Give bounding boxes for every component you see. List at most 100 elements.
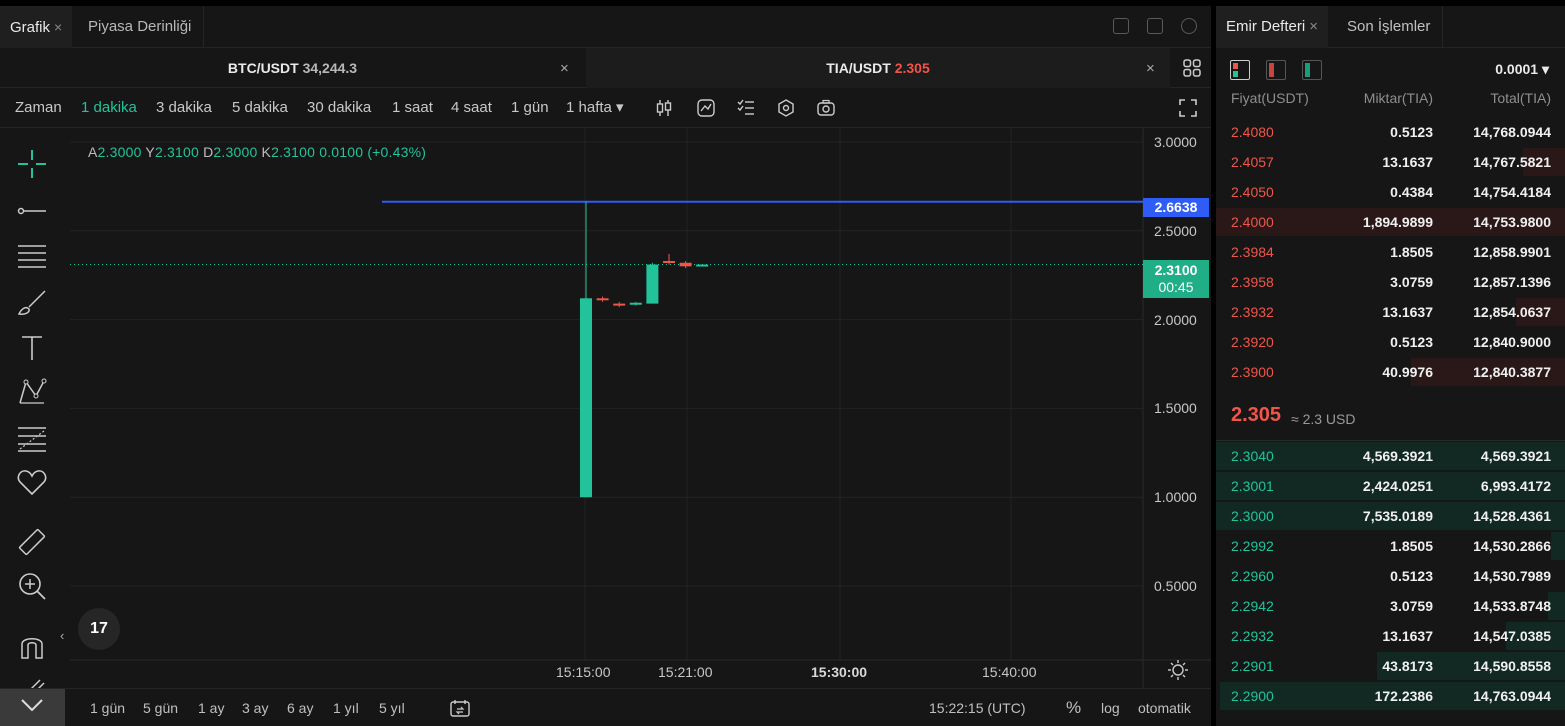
order-total: 14,768.0944 [1473,124,1551,140]
interval-5m[interactable]: 5 dakika [232,88,288,128]
range-5y[interactable]: 5 yıl [379,689,405,726]
magnet-icon[interactable] [16,630,48,662]
y-tick-label: 2.0000 [1154,311,1197,328]
zoom-in-icon[interactable] [16,570,48,602]
orderbook-view-toggles [1230,60,1322,80]
tab-emir-label: Emir Defteri [1226,18,1306,35]
range-3m[interactable]: 3 ay [242,689,268,726]
ask-row[interactable]: 2.4050 0.4384 14,754.4184 [1216,177,1565,207]
ask-row[interactable]: 2.3900 40.9976 12,840.3877 [1216,357,1565,387]
camera-icon[interactable] [817,99,835,117]
ruler-icon[interactable] [16,526,48,558]
order-total: 14,547.0385 [1473,628,1551,644]
percent-toggle[interactable]: % [1066,689,1081,726]
utc-clock[interactable]: 15:22:15 (UTC) [929,689,1025,726]
col-price: Fiyat(USDT) [1231,90,1309,106]
tab-piyasa-derinligi[interactable]: Piyasa Derinliği [76,6,205,48]
depth-bar [1551,532,1565,560]
candlestick-chart[interactable] [70,128,1211,688]
orderbook-tabs: Emir Defteri × Son İşlemler [1216,6,1565,48]
interval-1w-dropdown[interactable]: 1 hafta ▾ [566,88,624,128]
horizontal-lines-icon[interactable] [16,240,48,272]
trend-line-icon[interactable] [16,195,48,227]
bid-row[interactable]: 2.2992 1.8505 14,530.2866 [1216,531,1565,561]
minimize-window-icon[interactable] [1113,18,1129,34]
bid-row[interactable]: 2.2942 3.0759 14,533.8748 [1216,591,1565,621]
x-tick-label: 15:30:00 [811,664,868,680]
range-1m[interactable]: 1 ay [198,689,224,726]
order-price: 2.4050 [1231,184,1274,200]
log-toggle[interactable]: log [1101,689,1120,726]
bid-row[interactable]: 2.3001 2,424.0251 6,993.4172 [1216,471,1565,501]
ask-row[interactable]: 2.4080 0.5123 14,768.0944 [1216,117,1565,147]
bid-row[interactable]: 2.3000 7,535.0189 14,528.4361 [1216,501,1565,531]
text-tool-icon[interactable] [16,332,48,364]
list-check-icon[interactable] [737,99,755,117]
precision-select[interactable]: 0.0001 ▾ [1495,61,1549,78]
date-range-icon[interactable] [450,699,470,717]
order-amount: 0.5123 [1390,334,1433,350]
mid-price: 2.305 [1231,404,1282,426]
bid-row[interactable]: 2.3040 4,569.3921 4,569.3921 [1216,441,1565,471]
symbol-tab-tia[interactable]: TIA/USDT 2.305 [586,48,1170,88]
range-bar: 1 gün 5 gün 1 ay 3 ay 6 ay 1 yıl 5 yıl 1… [0,688,1211,726]
duplicate-window-icon[interactable] [1147,18,1163,34]
fullscreen-icon[interactable] [1179,99,1197,117]
collapse-toolbar-icon[interactable]: ‹ [60,628,64,643]
book-bids-icon[interactable] [1302,60,1322,80]
interval-1d[interactable]: 1 gün [511,88,549,128]
order-total: 14,533.8748 [1473,598,1551,614]
price-chart[interactable]: A2.3000 Y2.3100 D2.3000 K2.3100 0.0100 (… [70,128,1211,688]
settings-hex-icon[interactable] [777,99,795,117]
bid-row[interactable]: 2.2900 172.2386 14,763.0944 [1216,681,1565,711]
interval-label: Zaman [15,99,62,116]
bid-row[interactable]: 2.2960 0.5123 14,530.7989 [1216,561,1565,591]
order-price: 2.3984 [1231,244,1274,260]
book-both-icon[interactable] [1230,60,1250,80]
range-1d[interactable]: 1 gün [90,689,125,726]
ask-row[interactable]: 2.3958 3.0759 12,857.1396 [1216,267,1565,297]
indicators-icon[interactable] [697,99,715,117]
close-icon[interactable]: × [1146,60,1155,77]
interval-30m[interactable]: 30 dakika [307,88,371,128]
range-1y[interactable]: 1 yıl [333,689,359,726]
ask-row[interactable]: 2.3932 13.1637 12,854.0637 [1216,297,1565,327]
order-total: 4,569.3921 [1480,448,1551,464]
interval-bar: Zaman 1 dakika 3 dakika 5 dakika 30 daki… [0,88,1211,128]
ask-row[interactable]: 2.4057 13.1637 14,767.5821 [1216,147,1565,177]
book-asks-icon[interactable] [1266,60,1286,80]
symbol-price: 2.305 [894,60,930,76]
tab-grafik[interactable]: Grafik × [0,6,73,48]
brush-icon[interactable] [16,286,48,318]
interval-1h[interactable]: 1 saat [392,88,433,128]
tab-piyasa-label: Piyasa Derinliği [88,18,192,35]
tab-son-islemler[interactable]: Son İşlemler [1335,6,1444,48]
layout-grid-icon[interactable] [1183,59,1201,77]
crosshair-icon[interactable] [16,148,48,180]
range-5d[interactable]: 5 gün [143,689,178,726]
candles-type-icon[interactable] [655,99,673,117]
pattern-icon[interactable] [16,376,48,408]
range-6m[interactable]: 6 ay [287,689,313,726]
tab-emir-defteri[interactable]: Emir Defteri × [1216,6,1328,48]
order-amount: 4,569.3921 [1362,448,1433,464]
heart-icon[interactable] [16,466,48,498]
symbol-tab-btc[interactable]: BTC/USDT 34,244.3 [0,48,585,88]
chart-settings-icon[interactable] [1168,660,1188,680]
ask-row[interactable]: 2.4000 1,894.9899 14,753.9800 [1216,207,1565,237]
close-icon[interactable]: × [560,60,569,77]
close-icon[interactable]: × [54,19,62,35]
fib-levels-icon[interactable] [16,422,48,454]
close-icon[interactable]: × [1309,18,1318,35]
popout-window-icon[interactable] [1181,18,1197,34]
interval-4h[interactable]: 4 saat [451,88,492,128]
ask-row[interactable]: 2.3984 1.8505 12,858.9901 [1216,237,1565,267]
bid-row[interactable]: 2.2901 43.8173 14,590.8558 [1216,651,1565,681]
col-amount: Miktar(TIA) [1363,90,1433,106]
interval-3m[interactable]: 3 dakika [156,88,212,128]
bid-row[interactable]: 2.2932 13.1637 14,547.0385 [1216,621,1565,651]
ask-row[interactable]: 2.3920 0.5123 12,840.9000 [1216,327,1565,357]
auto-toggle[interactable]: otomatik [1138,689,1191,726]
mid-price-usd: ≈ 2.3 USD [1291,411,1356,427]
interval-1m[interactable]: 1 dakika [81,88,137,128]
